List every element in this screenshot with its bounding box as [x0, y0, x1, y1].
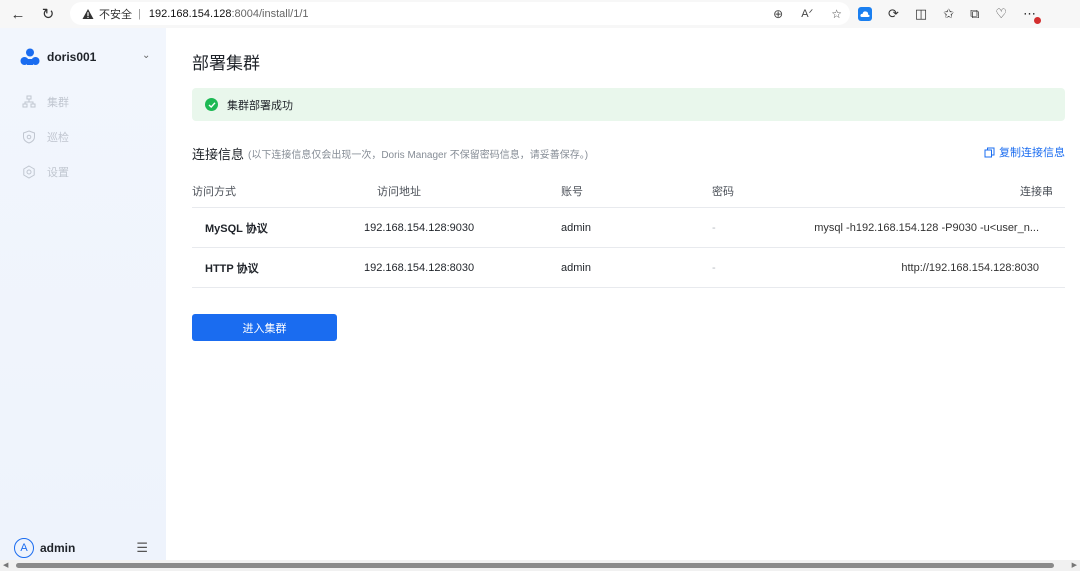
scroll-left-icon[interactable]: ◀ [3, 561, 8, 569]
cell-password: - [712, 261, 716, 274]
address-separator: | [138, 7, 141, 20]
performance-icon[interactable]: ♡ [995, 6, 1007, 22]
cell-address: 192.168.154.128:9030 [364, 221, 475, 234]
chevron-down-icon: ⌄ [142, 50, 151, 61]
cell-method: MySQL 协议 [205, 222, 268, 235]
table-row: HTTP 协议 192.168.154.128:8030 admin - htt… [192, 248, 1065, 288]
cloud-extension-icon[interactable] [858, 7, 872, 21]
read-aloud-icon[interactable]: Aᐟ [801, 7, 813, 20]
arrow-left-icon: ← [10, 5, 26, 23]
cell-method: HTTP 协议 [205, 262, 259, 275]
section-title: 连接信息 [192, 147, 245, 162]
sidebar-item-label: 设置 [47, 167, 69, 179]
scroll-right-icon[interactable]: ▶ [1072, 561, 1077, 569]
sidebar-item-inspection[interactable]: 巡检 [22, 129, 69, 145]
main-content: 部署集群 集群部署成功 连接信息 (以下连接信息仅会出现一次，Doris Man… [166, 28, 1080, 560]
gear-icon [22, 165, 36, 179]
address-actions: ⊕ Aᐟ ☆ [773, 2, 842, 25]
cluster-icon [22, 95, 36, 109]
favorites-icon[interactable]: ✩ [943, 6, 954, 22]
cluster-switcher[interactable]: doris001 ⌄ [20, 48, 150, 66]
sidebar-item-label: 巡检 [47, 132, 69, 144]
check-circle-icon [205, 98, 218, 111]
cell-account: admin [561, 221, 591, 234]
insecure-label: 不安全 [99, 8, 132, 21]
section-note: (以下连接信息仅会出现一次，Doris Manager 不保留密码信息，请妥善保… [248, 150, 589, 161]
split-screen-icon[interactable]: ◫ [915, 6, 927, 22]
cell-address: 192.168.154.128:8030 [364, 261, 475, 274]
horizontal-scrollbar[interactable]: ◀ ▶ [0, 560, 1080, 571]
doris-logo-icon [20, 48, 40, 65]
user-panel: A admin ☰ [14, 538, 154, 558]
cell-conn-string: mysql -h192.168.154.128 -P9030 -u<user_n… [814, 221, 1039, 234]
cell-password: - [712, 221, 716, 234]
url-path: :8004/install/1/1 [231, 7, 309, 20]
copy-link-label: 复制连接信息 [999, 147, 1065, 159]
more-menu-icon[interactable]: ⋯ [1023, 6, 1042, 24]
table-row: MySQL 协议 192.168.154.128:9030 admin - my… [192, 208, 1065, 248]
header-password: 密码 [712, 185, 734, 198]
sidebar-item-label: 集群 [47, 97, 69, 109]
enter-cluster-button[interactable]: 进入集群 [192, 314, 337, 341]
url-host: 192.168.154.128 [148, 7, 232, 20]
sidebar-item-settings[interactable]: 设置 [22, 164, 69, 180]
connection-table: 访问方式 访问地址 账号 密码 连接串 MySQL 协议 192.168.154… [192, 174, 1065, 288]
sidebar: doris001 ⌄ 集群 巡检 设置 A admin ☰ [0, 28, 166, 560]
browser-extensions: ⟳ ◫ ✩ ⧉ ♡ ⋯ [858, 0, 1042, 28]
copy-connection-link[interactable]: 复制连接信息 [984, 144, 1065, 160]
extensions-icon[interactable]: ⟳ [888, 6, 899, 22]
shield-icon [22, 130, 36, 144]
header-conn-string: 连接串 [1020, 185, 1053, 198]
scrollbar-thumb[interactable] [16, 563, 1054, 568]
sidebar-item-cluster[interactable]: 集群 [22, 94, 69, 110]
back-button[interactable]: ← [4, 0, 32, 28]
warning-icon [82, 8, 94, 19]
header-account: 账号 [561, 185, 583, 198]
success-alert: 集群部署成功 [192, 88, 1065, 121]
header-method: 访问方式 [192, 185, 236, 198]
notification-badge [1034, 17, 1042, 24]
page-title: 部署集群 [192, 54, 260, 73]
avatar[interactable]: A [14, 538, 34, 558]
cell-conn-string: http://192.168.154.128:8030 [901, 261, 1039, 274]
zoom-icon[interactable]: ⊕ [773, 7, 783, 21]
reload-button[interactable]: ↻ [34, 0, 62, 28]
cluster-name: doris001 [47, 50, 97, 64]
header-address: 访问地址 [377, 185, 421, 198]
favorite-star-icon[interactable]: ☆ [831, 7, 842, 21]
table-header: 访问方式 访问地址 账号 密码 连接串 [192, 174, 1065, 208]
copy-icon [984, 147, 995, 157]
cell-account: admin [561, 261, 591, 274]
reload-icon: ↻ [41, 6, 55, 23]
address-bar[interactable]: 不安全 | 192.168.154.128:8004/install/1/1 ⊕… [70, 2, 850, 25]
browser-toolbar: ← ↻ 不安全 | 192.168.154.128:8004/install/1… [0, 0, 1080, 28]
collapse-menu-icon[interactable]: ☰ [136, 540, 148, 556]
alert-text: 集群部署成功 [227, 99, 293, 112]
collections-icon[interactable]: ⧉ [970, 6, 979, 22]
user-name: admin [40, 541, 76, 555]
